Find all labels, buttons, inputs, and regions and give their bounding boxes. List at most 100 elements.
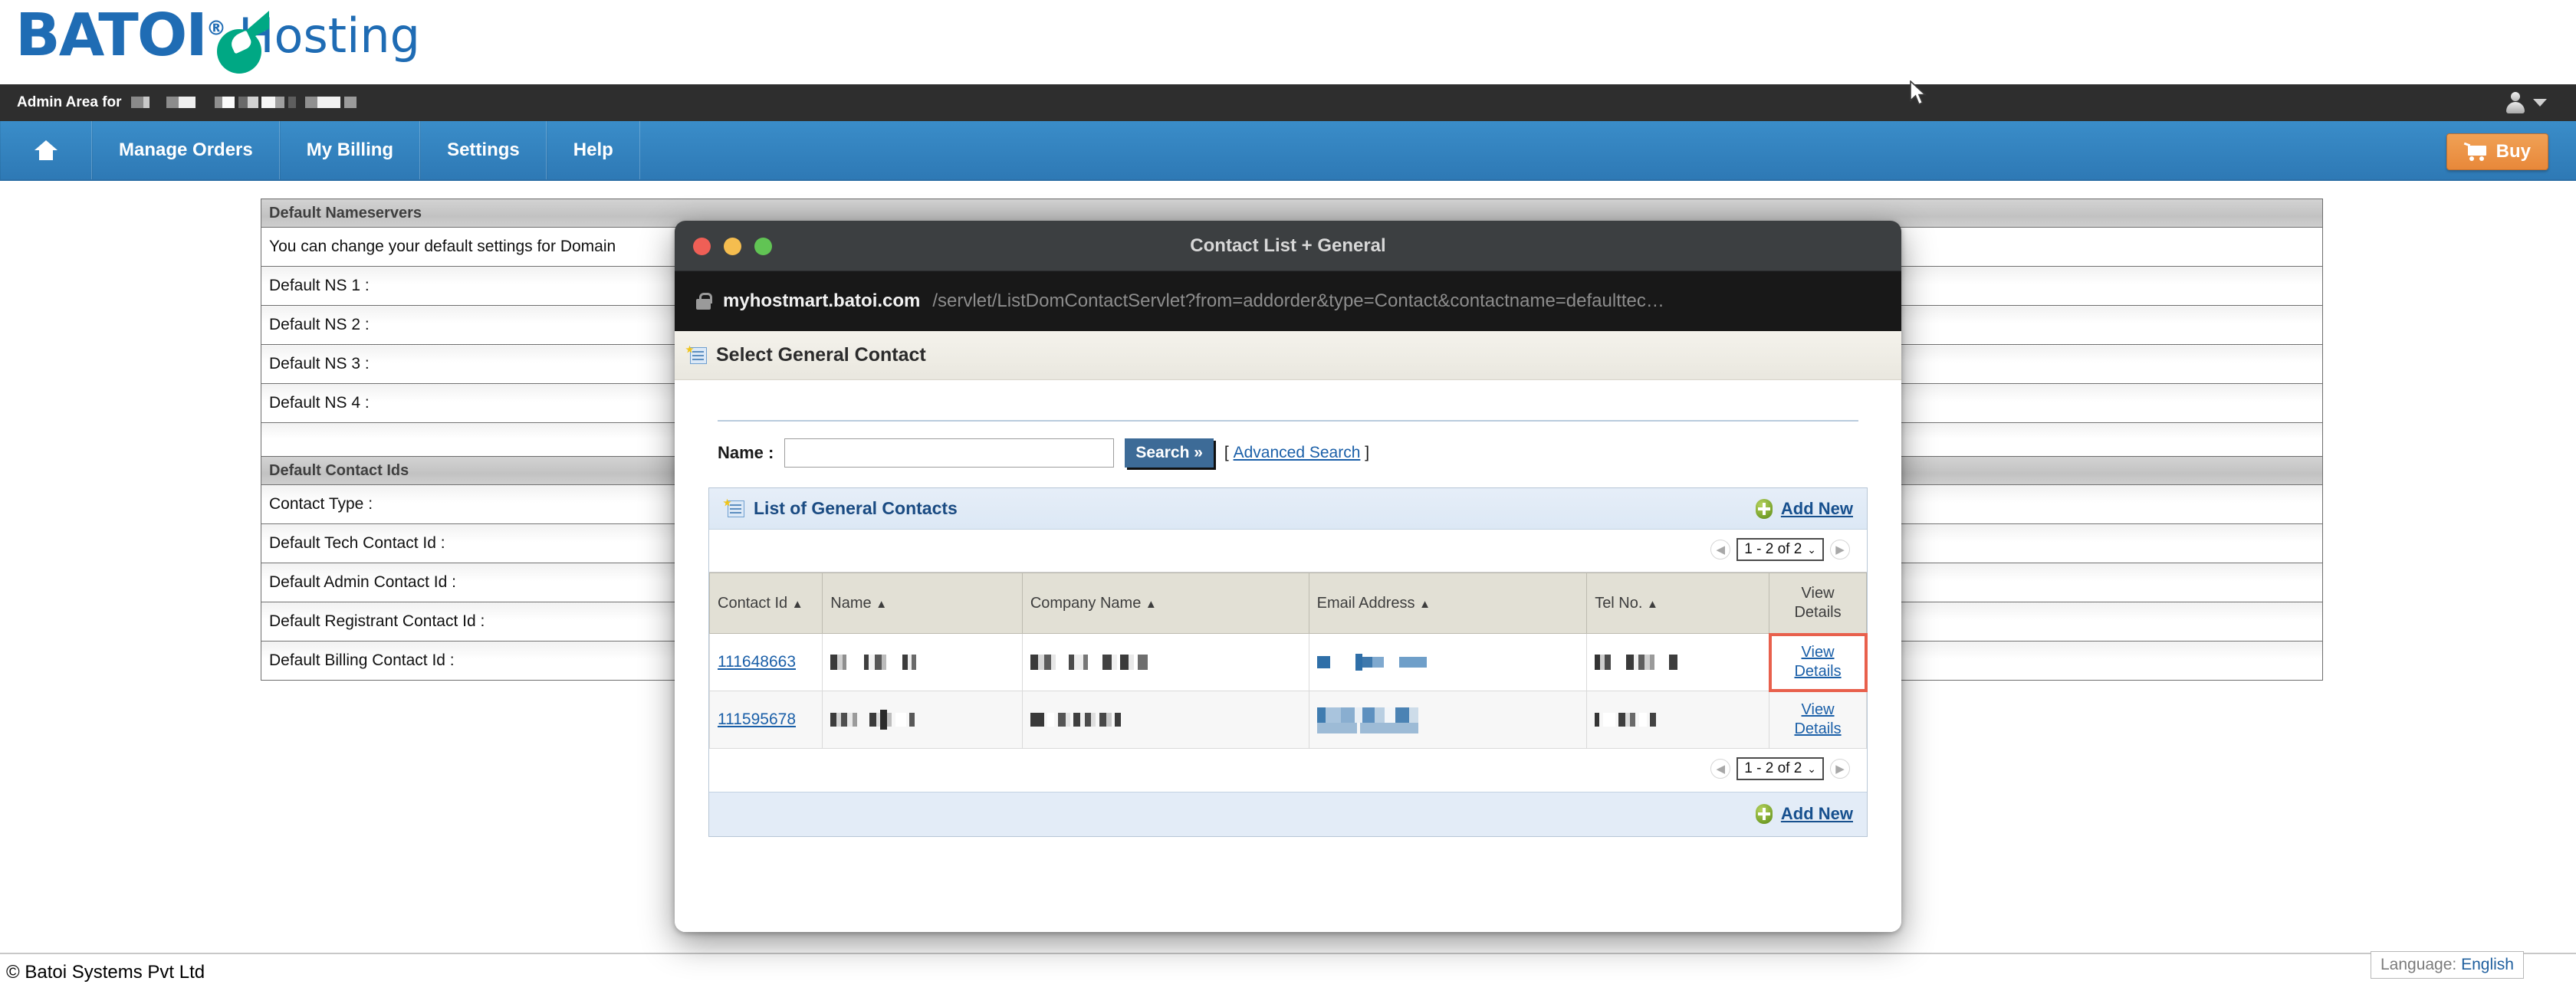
chevron-down-icon[interactable] (2533, 99, 2547, 107)
column-header-tel-no[interactable]: Tel No. ▲ (1586, 573, 1770, 634)
redacted-name (830, 710, 915, 730)
sort-asc-icon[interactable]: ▲ (1145, 598, 1157, 611)
cell-email-redacted (1308, 633, 1588, 691)
nav-label: Settings (447, 139, 520, 160)
sort-asc-icon[interactable]: ▲ (792, 598, 803, 611)
add-new-button-bottom[interactable]: Add New (1755, 804, 1853, 824)
buy-button[interactable]: Buy (2446, 133, 2548, 170)
table-row: 111648663 View Details (708, 632, 1868, 692)
close-window-icon[interactable] (693, 238, 711, 255)
nav-item-home[interactable] (0, 121, 92, 179)
shopping-cart-icon (2463, 142, 2487, 161)
minimize-window-icon[interactable] (724, 238, 741, 255)
redacted-company (1030, 655, 1148, 670)
search-button[interactable]: Search » (1125, 438, 1214, 468)
search-controls: Name : Search » [ Advanced Search ] (718, 438, 1901, 468)
lock-icon (696, 293, 712, 310)
window-controls[interactable] (693, 238, 772, 255)
page-range-select-bottom[interactable]: 1 - 2 of 2 ⌄ (1737, 757, 1824, 780)
view-details-link[interactable]: View Details (1777, 701, 1858, 739)
language-prefix: Language: (2380, 956, 2457, 973)
chevron-right-icon[interactable]: ▶ (1830, 759, 1850, 779)
contact-id-link[interactable]: 111648663 (718, 653, 796, 671)
redacted-tel (1595, 655, 1677, 670)
plus-circle-icon (1755, 498, 1773, 519)
logo-bar: BATOI® Hosting (0, 0, 2576, 84)
advanced-search-anchor[interactable]: Advanced Search (1234, 444, 1361, 461)
language-selector[interactable]: Language: English (2370, 951, 2524, 979)
user-avatar-icon[interactable] (2505, 92, 2525, 113)
column-label: Name (830, 594, 872, 612)
contact-list-popup-window: Contact List + General myhostmart.batoi.… (675, 221, 1901, 932)
address-bar[interactable]: myhostmart.batoi.com /servlet/ListDomCon… (675, 271, 1901, 331)
admin-area-label: Admin Area for (17, 94, 122, 110)
search-divider (718, 420, 1858, 422)
sort-asc-icon[interactable]: ▲ (1647, 598, 1658, 611)
column-header-name[interactable]: Name ▲ (822, 573, 1023, 634)
chevron-left-icon[interactable]: ◀ (1710, 759, 1731, 779)
url-host: myhostmart.batoi.com (723, 290, 921, 311)
redacted-account-name (130, 96, 356, 110)
maximize-window-icon[interactable] (754, 238, 772, 255)
view-details-line2: Details (1794, 720, 1842, 737)
sort-asc-icon[interactable]: ▲ (1419, 598, 1431, 611)
redacted-tel (1595, 712, 1656, 727)
name-label: Name : (718, 443, 774, 462)
list-title: List of General Contacts (754, 498, 958, 518)
nav-item-help[interactable]: Help (546, 121, 640, 179)
page-range-label: 1 - 2 of 2 (1744, 541, 1802, 557)
admin-bar: Admin Area for (0, 84, 2576, 121)
window-titlebar[interactable]: Contact List + General (675, 221, 1901, 271)
cell-company-redacted (1021, 633, 1309, 691)
column-label: Company Name (1030, 594, 1142, 612)
logo-droplet-icon (212, 11, 271, 74)
view-details-link[interactable]: View Details (1777, 643, 1858, 681)
url-path: /servlet/ListDomContactServlet?from=addo… (932, 290, 1664, 311)
language-value: English (2461, 956, 2514, 973)
pager-row-top: ◀ 1 - 2 of 2 ⌄ ▶ (709, 530, 1867, 573)
page-title: Select General Contact (716, 344, 926, 366)
contact-id-link[interactable]: 111595678 (718, 710, 796, 728)
add-new-button-top[interactable]: Add New (1755, 498, 1853, 519)
copyright-text: © Batoi Systems Pvt Ltd (6, 962, 205, 983)
nameservers-description-head: You can change your default settings for… (269, 238, 616, 255)
user-menu[interactable] (2505, 84, 2547, 121)
column-label-line1: View (1801, 585, 1835, 602)
column-header-company-name[interactable]: Company Name ▲ (1021, 573, 1309, 634)
page-range-label: 1 - 2 of 2 (1744, 760, 1802, 776)
nav-item-settings[interactable]: Settings (420, 121, 547, 179)
chevron-down-icon: ⌄ (1807, 762, 1816, 775)
nav-item-manage-orders[interactable]: Manage Orders (92, 121, 280, 179)
cell-contact-id: 111595678 (708, 691, 823, 749)
logo-wordmark: BATOI® (15, 6, 226, 65)
redacted-name (830, 655, 917, 670)
contact-page-icon (685, 345, 707, 366)
contacts-list-panel: List of General Contacts Add New ◀ 1 - 2… (708, 487, 1868, 837)
pagination-bottom: ◀ 1 - 2 of 2 ⌄ ▶ (1710, 757, 1850, 780)
cell-tel-redacted (1586, 633, 1770, 691)
column-header-contact-id[interactable]: Contact Id ▲ (708, 573, 823, 634)
cell-view-details[interactable]: View Details (1769, 691, 1867, 749)
advanced-search-link[interactable]: [ Advanced Search ] (1224, 444, 1369, 462)
chevron-right-icon[interactable]: ▶ (1830, 540, 1850, 559)
page-range-select-top[interactable]: 1 - 2 of 2 ⌄ (1737, 538, 1824, 561)
cell-tel-redacted (1586, 691, 1770, 749)
cell-name-redacted (822, 691, 1023, 749)
column-label: Tel No. (1595, 594, 1643, 612)
chevron-left-icon[interactable]: ◀ (1710, 540, 1731, 559)
cell-contact-id: 111648663 (708, 633, 823, 691)
select-contact-header: Select General Contact (675, 331, 1901, 380)
nav-label: Manage Orders (119, 139, 253, 160)
contact-list-icon (723, 498, 744, 519)
column-label: Contact Id (718, 594, 788, 612)
nav-item-my-billing[interactable]: My Billing (279, 121, 421, 179)
add-new-label: Add New (1780, 804, 1853, 823)
column-header-email-address[interactable]: Email Address ▲ (1308, 573, 1588, 634)
contacts-table: Contact Id ▲ Name ▲ Company Name ▲ Email… (708, 573, 1868, 749)
cell-email-redacted (1308, 691, 1588, 749)
redacted-company (1030, 712, 1122, 727)
search-input[interactable] (784, 438, 1115, 468)
sort-asc-icon[interactable]: ▲ (876, 598, 887, 611)
view-details-line1: View (1801, 644, 1835, 661)
cell-view-details[interactable]: View Details (1768, 632, 1868, 692)
